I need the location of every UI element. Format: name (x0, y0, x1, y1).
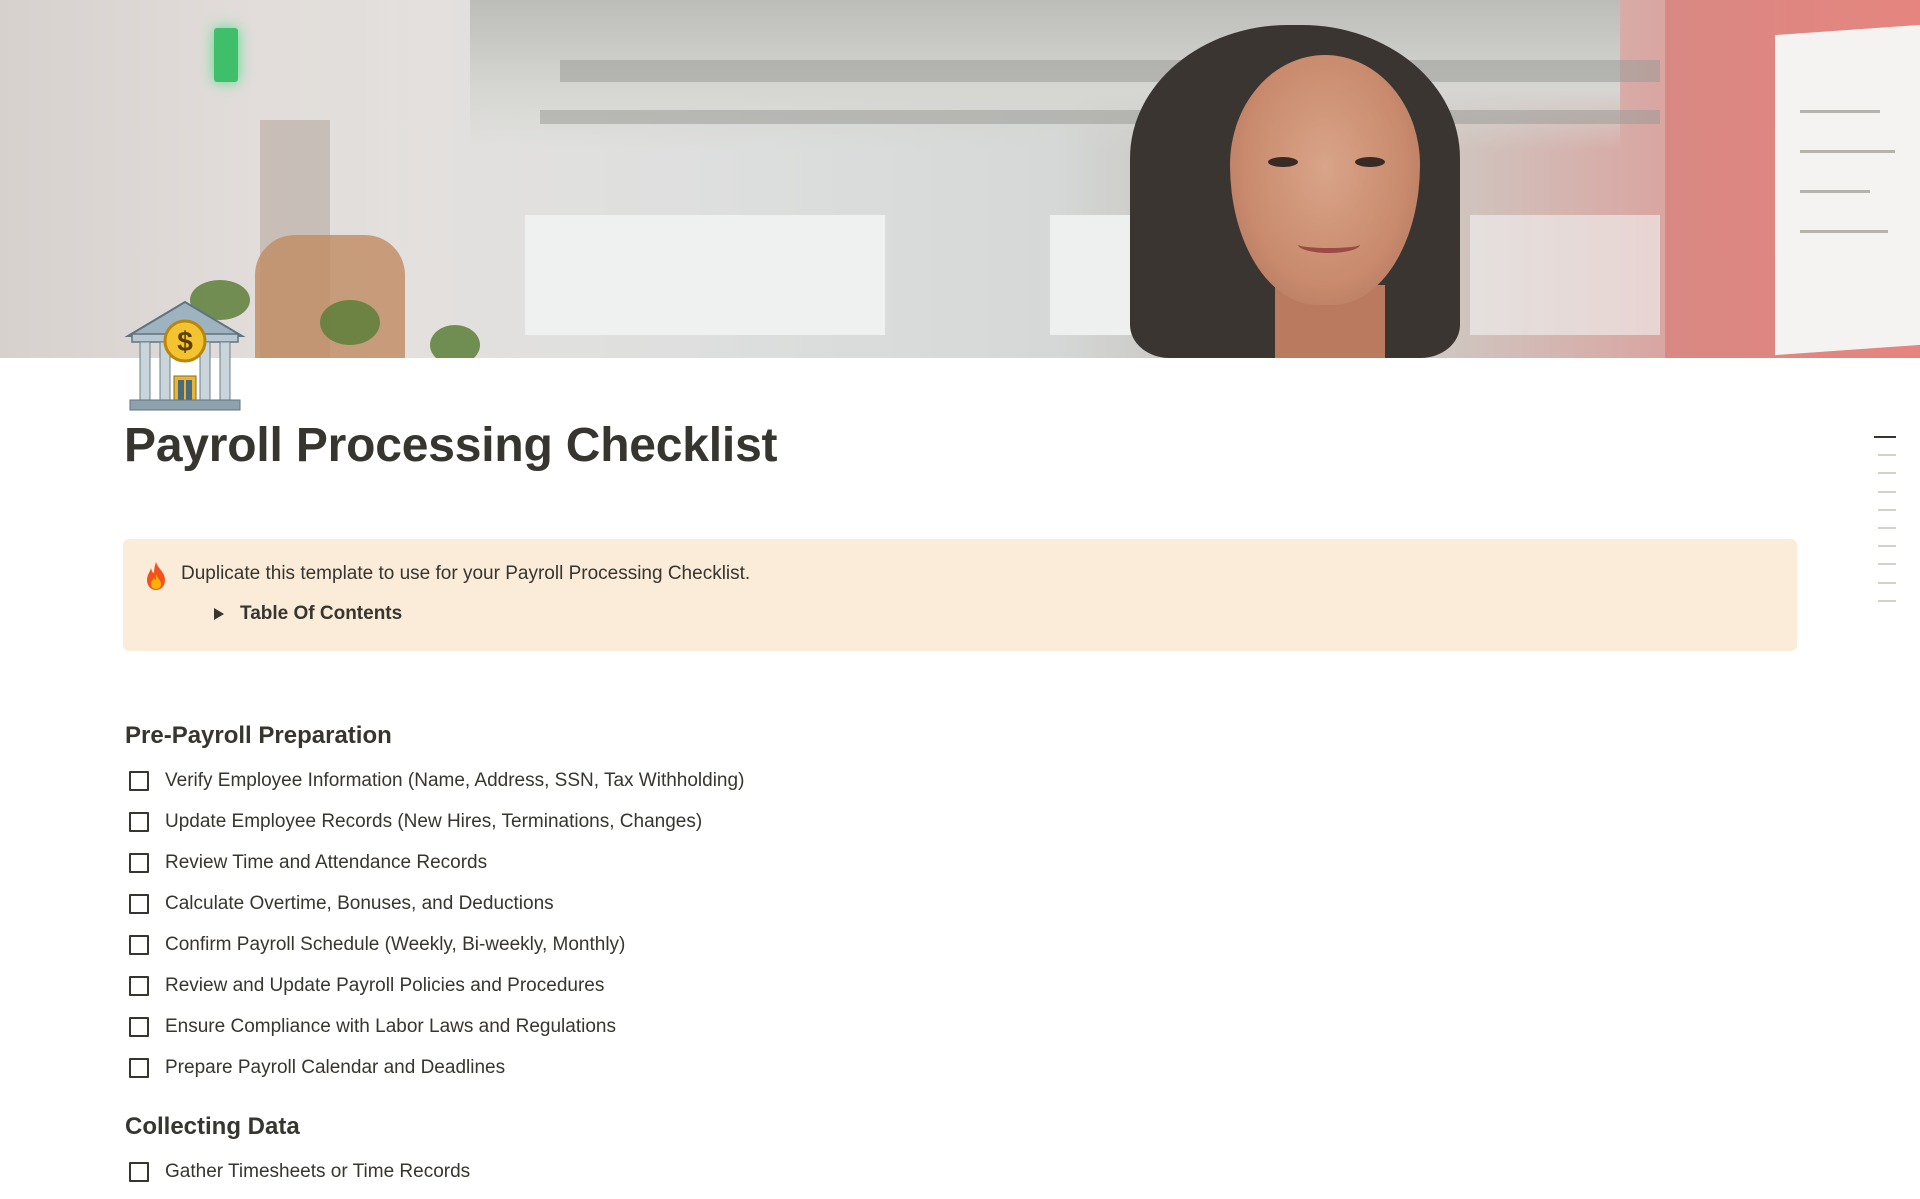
cover-person-face (1230, 55, 1420, 305)
todo-list-pre-payroll: Verify Employee Information (Name, Addre… (129, 760, 744, 1088)
cover-plant (430, 325, 480, 358)
cover-plant (320, 300, 380, 345)
todo-text: Calculate Overtime, Bonuses, and Deducti… (165, 892, 554, 914)
toc-marker[interactable] (1878, 454, 1896, 457)
todo-item: Ensure Compliance with Labor Laws and Re… (129, 1006, 744, 1047)
todo-checkbox[interactable] (129, 852, 149, 873)
todo-checkbox[interactable] (129, 811, 149, 832)
toc-marker[interactable] (1878, 472, 1896, 475)
todo-checkbox[interactable] (129, 893, 149, 914)
fire-icon (143, 561, 169, 591)
todo-text: Update Employee Records (New Hires, Term… (165, 810, 703, 832)
notion-page: $ Payroll Processing Checklist Duplicate… (0, 0, 1920, 1199)
callout-block: Duplicate this template to use for your … (123, 539, 1797, 651)
todo-item: Review Time and Attendance Records (129, 842, 744, 883)
cover-person-mouth (1298, 236, 1360, 253)
todo-item: Prepare Payroll Calendar and Deadlines (129, 1047, 744, 1088)
todo-item: Confirm Payroll Schedule (Weekly, Bi-wee… (129, 924, 744, 965)
todo-list-collecting-data: Gather Timesheets or Time Records (129, 1151, 470, 1192)
todo-checkbox[interactable] (129, 1057, 149, 1078)
toc-marker[interactable] (1878, 526, 1896, 529)
toc-marker-active[interactable] (1874, 436, 1896, 438)
callout-text: Duplicate this template to use for your … (181, 563, 751, 584)
section-heading-pre-payroll: Pre-Payroll Preparation (125, 722, 392, 749)
cover-exit-sign (214, 28, 238, 82)
cover-person-eye (1355, 157, 1385, 167)
todo-checkbox[interactable] (129, 770, 149, 791)
todo-checkbox[interactable] (129, 1016, 149, 1037)
todo-item: Review and Update Payroll Policies and P… (129, 965, 744, 1006)
cover-beam (560, 60, 1660, 82)
todo-item: Gather Timesheets or Time Records (129, 1151, 470, 1192)
page-title[interactable]: Payroll Processing Checklist (124, 418, 778, 473)
todo-text: Verify Employee Information (Name, Addre… (165, 769, 745, 791)
cover-whiteboard-line (1800, 110, 1880, 113)
cover-whiteboard-line (1800, 150, 1895, 153)
section-heading-collecting-data: Collecting Data (125, 1113, 300, 1140)
toc-marker[interactable] (1878, 508, 1896, 511)
todo-text: Ensure Compliance with Labor Laws and Re… (165, 1015, 616, 1037)
table-of-contents-toggle[interactable]: Table Of Contents (189, 599, 402, 629)
todo-item: Update Employee Records (New Hires, Term… (129, 801, 744, 842)
todo-text: Review Time and Attendance Records (165, 851, 488, 873)
cover-image[interactable] (0, 0, 1920, 358)
cover-beam (540, 110, 1660, 124)
todo-checkbox[interactable] (129, 934, 149, 955)
todo-text: Confirm Payroll Schedule (Weekly, Bi-wee… (165, 933, 626, 955)
toggle-label: Table Of Contents (240, 603, 403, 624)
cover-person-eye (1268, 157, 1298, 167)
toc-marker[interactable] (1878, 490, 1896, 493)
todo-text: Prepare Payroll Calendar and Deadlines (165, 1056, 506, 1078)
todo-checkbox[interactable] (129, 1161, 149, 1182)
todo-item: Calculate Overtime, Bonuses, and Deducti… (129, 883, 744, 924)
toc-marker[interactable] (1878, 581, 1896, 584)
todo-text: Review and Update Payroll Policies and P… (165, 974, 605, 996)
svg-text:$: $ (177, 326, 193, 357)
todo-text: Gather Timesheets or Time Records (165, 1160, 471, 1182)
table-of-contents-rail (1872, 436, 1896, 618)
bank-icon[interactable]: $ (124, 294, 246, 416)
cover-window (525, 215, 885, 335)
triangle-right-icon[interactable] (214, 608, 224, 620)
cover-whiteboard-line (1800, 190, 1870, 193)
toc-marker[interactable] (1878, 545, 1896, 548)
toc-marker[interactable] (1878, 599, 1896, 602)
todo-checkbox[interactable] (129, 975, 149, 996)
cover-window (1470, 215, 1660, 335)
cover-whiteboard-line (1800, 230, 1888, 233)
todo-item: Verify Employee Information (Name, Addre… (129, 760, 744, 801)
toc-marker[interactable] (1878, 563, 1896, 566)
